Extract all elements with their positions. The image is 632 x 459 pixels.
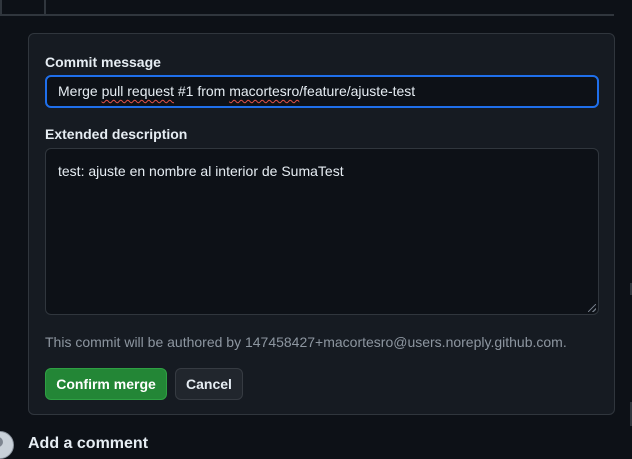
confirm-merge-button[interactable]: Confirm merge [45, 368, 167, 400]
previous-card-edge [0, 0, 2, 16]
merge-commit-form: Commit message Merge pull request #1 fro… [28, 33, 615, 415]
add-comment-heading: Add a comment [28, 435, 149, 452]
commit-message-text-prefix: Merge [58, 83, 102, 99]
commit-message-input[interactable]: Merge pull request #1 from macortesro/fe… [45, 75, 599, 108]
commit-message-text-spell: pull request [101, 83, 174, 99]
extended-description-text: test: ajuste en nombre al interior de Su… [58, 163, 344, 179]
resize-grip-icon[interactable] [588, 304, 596, 312]
extended-description-label: Extended description [45, 126, 188, 142]
extended-description-textarea[interactable]: test: ajuste en nombre al interior de Su… [45, 148, 599, 315]
avatar-icon[interactable] [0, 431, 14, 459]
timeline-line [44, 0, 46, 16]
commit-author-note: This commit will be authored by 14745842… [45, 334, 567, 350]
commit-message-text-mid: #1 from [173, 83, 230, 99]
commit-message-text-spell2: macortesro [229, 83, 300, 99]
commit-message-text-suffix: /feature/ajuste-test [299, 83, 416, 99]
previous-timeline-card [0, 0, 614, 16]
commit-message-label: Commit message [45, 54, 161, 70]
cancel-button[interactable]: Cancel [175, 368, 243, 400]
